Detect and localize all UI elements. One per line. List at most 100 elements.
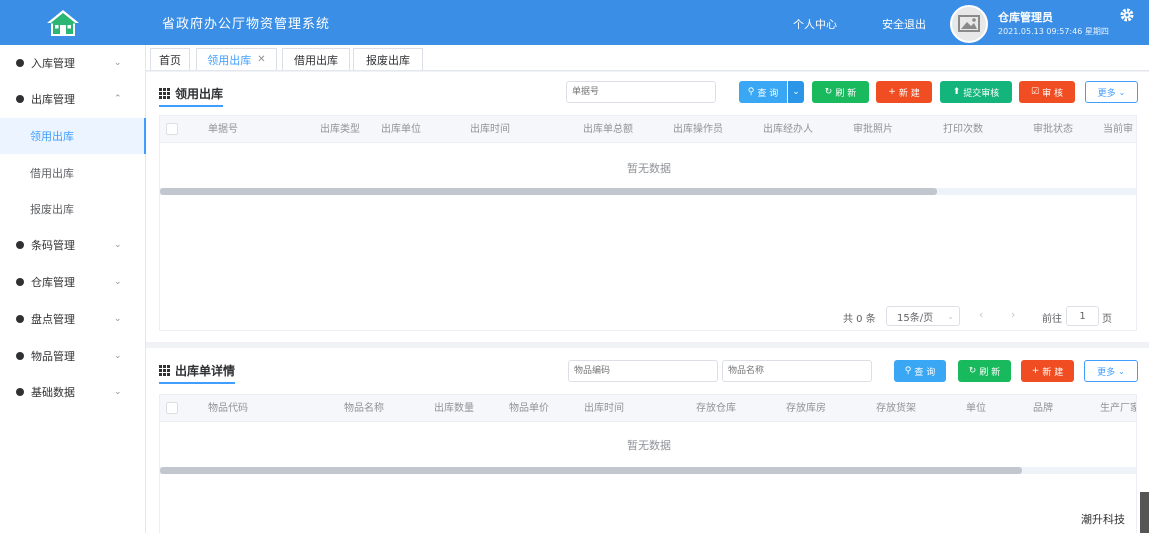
- chevron-down-icon: ⌄: [114, 277, 122, 287]
- more-button[interactable]: 更多 ⌄: [1085, 81, 1138, 103]
- avatar[interactable]: [950, 5, 988, 43]
- empty-state-text: 暂无数据: [627, 439, 671, 452]
- page-unit-label: 页: [1102, 314, 1112, 325]
- tab-label: 领用出库: [207, 53, 252, 67]
- horizontal-scrollbar[interactable]: [160, 467, 1136, 474]
- new-button[interactable]: + 新 建: [876, 81, 932, 103]
- bullet-icon: [16, 241, 24, 249]
- column-header[interactable]: 单位: [966, 395, 986, 422]
- sidebar-item-barcode[interactable]: 条码管理 ⌄: [0, 227, 146, 263]
- column-header[interactable]: 生产厂家: [1100, 395, 1136, 422]
- close-icon[interactable]: ✕: [257, 54, 265, 65]
- column-header[interactable]: 品牌: [1033, 395, 1053, 422]
- sidebar-subitem-borrow-outbound[interactable]: 借用出库: [0, 155, 146, 191]
- sidebar-item-label: 物品管理: [31, 350, 75, 363]
- personal-center-link[interactable]: 个人中心: [793, 16, 837, 32]
- column-header[interactable]: 审批状态: [1033, 116, 1073, 143]
- outbound-table: 单据号 出库类型 出库单位 出库时间 出库单总额 出库操作员 出库经办人 审批照…: [159, 115, 1137, 331]
- column-header[interactable]: 出库时间: [470, 116, 510, 143]
- grid-icon: [159, 88, 170, 99]
- tab-home[interactable]: 首页: [150, 48, 190, 70]
- button-label: 新 建: [898, 88, 920, 99]
- prev-page-icon[interactable]: ‹: [979, 308, 983, 321]
- gear-icon[interactable]: [1119, 7, 1135, 23]
- sidebar-item-goods[interactable]: 物品管理 ⌄: [0, 338, 146, 374]
- tab-label: 报废出库: [366, 53, 410, 67]
- detail-query-button[interactable]: ⚲ 查 询: [894, 360, 946, 382]
- tab-label: 首页: [159, 53, 181, 67]
- review-button[interactable]: ☑ 审 核: [1019, 81, 1075, 103]
- column-header[interactable]: 出库单位: [381, 116, 421, 143]
- column-header[interactable]: 物品代码: [208, 395, 248, 422]
- column-header[interactable]: 存放货架: [876, 395, 916, 422]
- logout-link[interactable]: 安全退出: [882, 16, 926, 32]
- goto-page-input[interactable]: [1066, 306, 1099, 326]
- chevron-down-icon: ⌄: [1118, 366, 1125, 376]
- select-all-checkbox[interactable]: [166, 123, 178, 135]
- column-header[interactable]: 当前审: [1103, 116, 1133, 143]
- submit-review-button[interactable]: ⬆ 提交审核: [940, 81, 1012, 103]
- chevron-up-icon: ⌃: [114, 94, 122, 104]
- query-dropdown-button[interactable]: ⌄: [788, 81, 804, 103]
- sidebar-subitem-label: 领用出库: [30, 130, 74, 143]
- column-header[interactable]: 单据号: [208, 116, 238, 143]
- scrollbar-thumb[interactable]: [160, 467, 1022, 474]
- column-header[interactable]: 出库单总额: [583, 116, 633, 143]
- sidebar-item-inventory-check[interactable]: 盘点管理 ⌄: [0, 301, 146, 337]
- table-header: 单据号 出库类型 出库单位 出库时间 出库单总额 出库操作员 出库经办人 审批照…: [160, 116, 1136, 143]
- detail-refresh-button[interactable]: ↻ 刷 新: [958, 360, 1011, 382]
- column-header[interactable]: 物品名称: [344, 395, 384, 422]
- pagination-total: 共 0 条: [843, 314, 876, 325]
- horizontal-scrollbar[interactable]: [160, 188, 1136, 195]
- sidebar-item-warehouse[interactable]: 仓库管理 ⌄: [0, 264, 146, 300]
- current-time: 2021.05.13 09:57:46 星期四: [998, 27, 1109, 36]
- refresh-button[interactable]: ↻ 刷 新: [812, 81, 869, 103]
- chevron-down-icon: ⌄: [1118, 87, 1126, 97]
- chevron-down-icon: ⌄: [114, 58, 122, 68]
- tab-scrap-outbound[interactable]: 报废出库: [353, 48, 423, 70]
- detail-new-button[interactable]: + 新 建: [1021, 360, 1074, 382]
- sidebar-subitem-scrap-outbound[interactable]: 报废出库: [0, 191, 146, 227]
- sidebar-item-inbound[interactable]: 入库管理 ⌄: [0, 45, 146, 81]
- column-header[interactable]: 存放库房: [786, 395, 826, 422]
- tab-requisition-outbound[interactable]: 领用出库 ✕: [196, 48, 277, 70]
- sidebar-item-label: 仓库管理: [31, 276, 75, 289]
- column-header[interactable]: 出库类型: [320, 116, 360, 143]
- detail-more-button[interactable]: 更多 ⌄: [1084, 360, 1138, 382]
- sidebar-item-label: 基础数据: [31, 386, 75, 399]
- tab-borrow-outbound[interactable]: 借用出库: [282, 48, 350, 70]
- user-role: 仓库管理员: [998, 11, 1053, 24]
- sidebar-item-base-data[interactable]: 基础数据 ⌄: [0, 374, 146, 410]
- app-title: 省政府办公厅物资管理系统: [162, 17, 331, 32]
- plus-icon: +: [1031, 366, 1040, 376]
- column-header[interactable]: 存放仓库: [696, 395, 736, 422]
- column-header[interactable]: 出库操作员: [673, 116, 723, 143]
- select-all-checkbox[interactable]: [166, 402, 178, 414]
- scrollbar-thumb[interactable]: [160, 188, 937, 195]
- requisition-outbound-panel: 领用出库 ⚲查 询 ⌄ ↻刷 新 +新 建 ⬆提交审核 ☑审 核 更多⌄ 单据号…: [146, 72, 1149, 342]
- column-header[interactable]: 出库时间: [584, 395, 624, 422]
- sidebar-item-label: 条码管理: [31, 239, 75, 252]
- home-logo-icon[interactable]: [0, 0, 125, 45]
- item-name-input[interactable]: [722, 360, 872, 382]
- sidebar-subitem-requisition-outbound[interactable]: 领用出库: [0, 118, 146, 154]
- item-code-input[interactable]: [568, 360, 718, 382]
- app-header: 省政府办公厅物资管理系统 个人中心 安全退出 仓库管理员 2021.05.13 …: [0, 0, 1149, 45]
- column-header[interactable]: 出库经办人: [763, 116, 813, 143]
- goto-label: 前往: [1042, 314, 1062, 325]
- refresh-icon: ↻: [824, 87, 833, 97]
- empty-state-text: 暂无数据: [627, 162, 671, 175]
- column-header[interactable]: 打印次数: [943, 116, 983, 143]
- document-number-input[interactable]: [566, 81, 716, 103]
- column-header[interactable]: 出库数量: [434, 395, 474, 422]
- bullet-icon: [16, 352, 24, 360]
- query-button[interactable]: ⚲ 查 询: [739, 81, 787, 103]
- button-label: 审 核: [1042, 88, 1063, 99]
- side-handle[interactable]: [1140, 492, 1149, 533]
- sidebar-item-outbound[interactable]: 出库管理 ⌃: [0, 81, 146, 117]
- page-size-select[interactable]: 15条/页 ⌄: [886, 306, 960, 326]
- column-header[interactable]: 审批照片: [853, 116, 893, 143]
- button-label: 查 询: [757, 88, 779, 99]
- next-page-icon[interactable]: ›: [1011, 308, 1015, 321]
- column-header[interactable]: 物品单价: [509, 395, 549, 422]
